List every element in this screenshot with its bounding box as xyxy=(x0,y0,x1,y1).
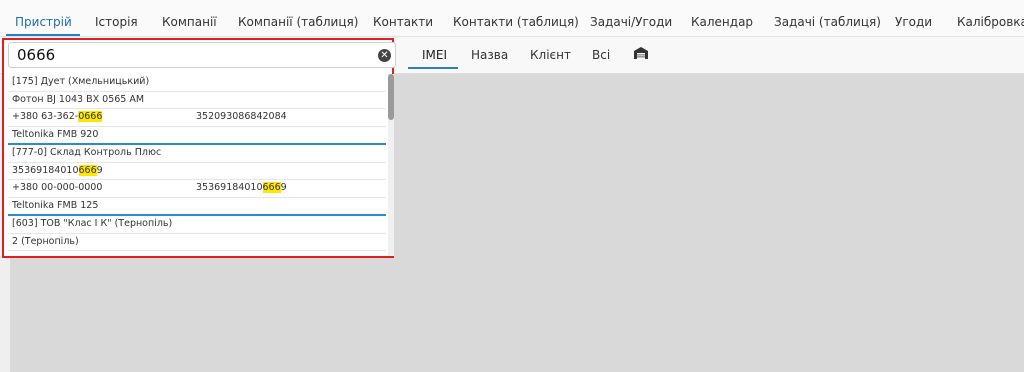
row-text: [603] ТОВ "Клас І К" (Тернопіль) xyxy=(12,218,173,229)
row-text: [175] Дует (Хмельницький) xyxy=(12,76,150,87)
imei-value: 353691840106669 xyxy=(196,182,287,193)
match-highlight: 666 xyxy=(262,182,281,193)
tab-client[interactable]: Клієнт xyxy=(530,48,571,62)
result-row[interactable]: +380 00-000-0000 353691840106669 xyxy=(8,180,386,198)
result-row[interactable]: [175] Дует (Хмельницький) xyxy=(8,74,386,92)
tab-tasks-deals[interactable]: Задачі/Угоди xyxy=(590,15,672,29)
tab-imei[interactable]: IMEI xyxy=(422,48,447,62)
search-input[interactable]: 0666 ✕ xyxy=(8,42,396,68)
row-text: +380 00-000-0000 xyxy=(12,182,103,193)
row-text: 35369184010 xyxy=(12,164,79,176)
row-text: Фотон BJ 1043 BX 0565 AM xyxy=(12,93,145,105)
clear-icon[interactable]: ✕ xyxy=(378,49,391,62)
active-subtab-indicator xyxy=(408,67,458,69)
result-row[interactable]: Teltonika FMB 125 xyxy=(8,198,386,216)
row-text: Teltonika FMB 920 xyxy=(12,128,99,140)
result-row[interactable]: [777-0] Склад Контроль Плюс xyxy=(8,145,386,163)
garage-icon[interactable] xyxy=(633,46,649,60)
row-text: 9 xyxy=(96,164,103,176)
tab-contacts-table[interactable]: Контакти (таблиця) xyxy=(453,15,579,29)
row-text: 2 (Тернопіль) xyxy=(12,235,79,247)
result-row[interactable]: [603] ТОВ "Клас І К" (Тернопіль) xyxy=(8,216,386,234)
imei-value: 352093086842084 xyxy=(196,111,287,122)
tab-calibration[interactable]: Калібровка xyxy=(957,15,1024,29)
tab-name[interactable]: Назва xyxy=(471,48,508,62)
active-tab-indicator xyxy=(6,34,80,36)
row-text: +380 63-362- xyxy=(12,111,79,122)
tab-companies-table[interactable]: Компанії (таблиця) xyxy=(238,15,358,29)
match-highlight: 666 xyxy=(78,164,97,176)
search-dropdown: 0666 ✕ [175] Дует (Хмельницький) Фотон B… xyxy=(2,38,396,258)
result-row[interactable]: Фотон BJ 1043 BX 0565 AM xyxy=(8,92,386,109)
tab-calendar[interactable]: Календар xyxy=(691,15,753,29)
tab-all[interactable]: Всі xyxy=(592,48,610,62)
tab-deals[interactable]: Угоди xyxy=(895,15,932,29)
results-scrollbar[interactable] xyxy=(388,74,394,256)
result-row[interactable]: Teltonika FMB 920 xyxy=(8,127,386,145)
result-row[interactable]: +380 63-362-0666 352093086842084 xyxy=(8,109,386,127)
top-nav: Пристрій Історія Компанії Компанії (табл… xyxy=(0,0,1024,37)
row-text: Teltonika FMB 125 xyxy=(12,199,99,211)
match-highlight: 0666 xyxy=(78,111,103,122)
search-results[interactable]: [175] Дует (Хмельницький) Фотон BJ 1043 … xyxy=(8,74,386,256)
row-text: [777-0] Склад Контроль Плюс xyxy=(12,147,162,158)
tab-device[interactable]: Пристрій xyxy=(15,15,72,29)
result-row[interactable]: 353691840106669 xyxy=(8,163,386,180)
tab-contacts[interactable]: Контакти xyxy=(373,15,433,29)
tab-companies[interactable]: Компанії xyxy=(162,15,217,29)
scroll-thumb[interactable] xyxy=(388,74,394,120)
result-row[interactable]: 2 (Тернопіль) xyxy=(8,234,386,251)
tab-tasks-table[interactable]: Задачі (таблиця) xyxy=(774,15,881,29)
search-value[interactable]: 0666 xyxy=(17,46,55,64)
tab-history[interactable]: Історія xyxy=(95,15,138,29)
